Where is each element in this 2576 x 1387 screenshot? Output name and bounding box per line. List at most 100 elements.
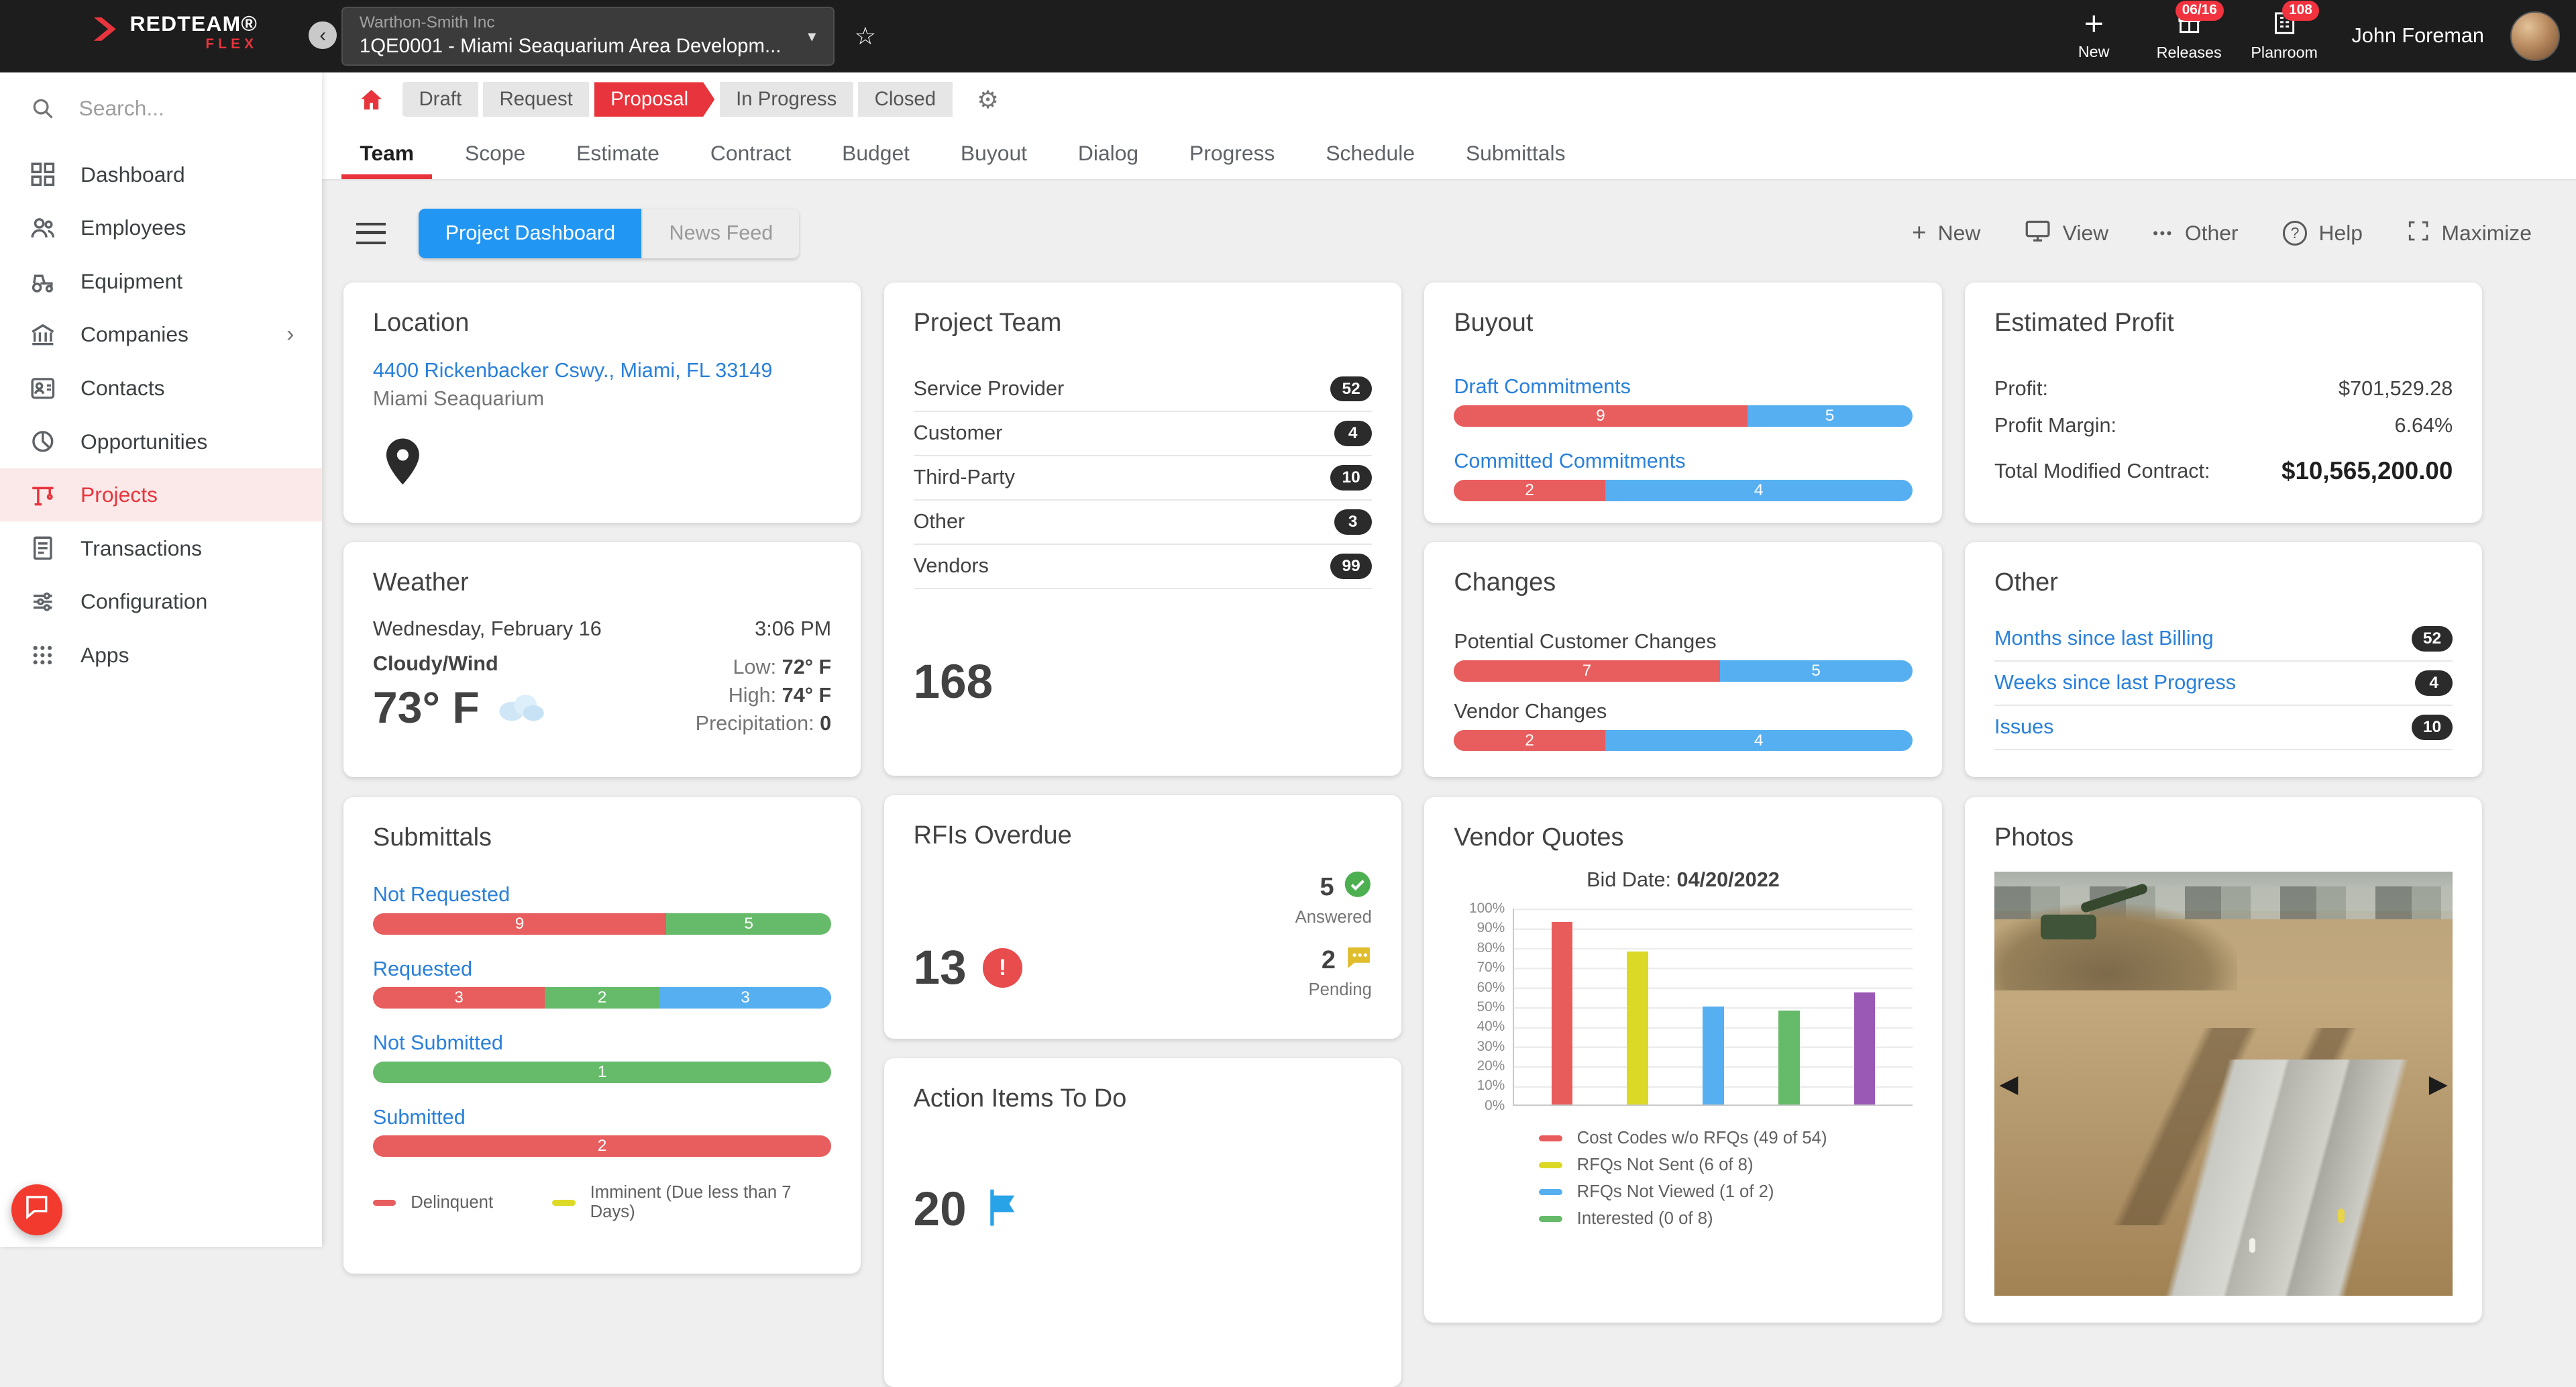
team-row-other[interactable]: Other 3 (914, 501, 1372, 545)
submittals-not-submitted-link[interactable]: Not Submitted (373, 1031, 503, 1055)
redteam-flex-logo[interactable]: REDTEAM® FLEX (89, 13, 258, 52)
bar-segment: 4 (1605, 480, 1913, 501)
weeks-since-progress-link[interactable]: Weeks since last Progress (1994, 671, 2236, 695)
photo-dirt-mound (1994, 905, 2237, 990)
not-requested-bar: 9 5 (373, 913, 831, 935)
sidebar-item-opportunities[interactable]: Opportunities (0, 415, 322, 468)
card-title: Vendor Quotes (1454, 823, 1912, 852)
user-avatar[interactable] (2510, 11, 2559, 60)
other-button[interactable]: ••• Other (2153, 221, 2238, 246)
profit-margin-value: 6.64% (2394, 414, 2453, 438)
total-modified-contract-row: Total Modified Contract: $10,565,200.00 (1994, 457, 2453, 485)
draft-commitments-bar: 9 5 (1454, 405, 1912, 427)
maximize-icon (2407, 219, 2430, 248)
submittals-requested-link[interactable]: Requested (373, 958, 472, 981)
planroom-button[interactable]: 108 Planroom (2250, 10, 2319, 62)
logo-mark-icon (89, 13, 120, 52)
count-badge: 52 (2412, 626, 2453, 652)
sidebar-item-equipment[interactable]: Equipment (0, 255, 322, 309)
tab-estimate[interactable]: Estimate (558, 127, 678, 180)
releases-badge: 06/16 (2176, 1, 2224, 21)
sliders-icon (28, 587, 58, 617)
monitor-icon (2025, 217, 2051, 249)
weather-card: Weather Wednesday, February 16 Cloudy/Wi… (343, 542, 861, 777)
sidebar-item-apps[interactable]: Apps (0, 629, 322, 682)
tab-schedule[interactable]: Schedule (1307, 127, 1433, 180)
project-dashboard-button[interactable]: Project Dashboard (419, 209, 641, 258)
dashboard-grid: Location 4400 Rickenbacker Cswy., Miami,… (343, 282, 2532, 1387)
favorite-star-icon[interactable]: ☆ (854, 21, 876, 50)
location-address-link[interactable]: 4400 Rickenbacker Cswy., Miami, FL 33149 (373, 359, 772, 382)
photo-next-button[interactable]: ▶ (2429, 1070, 2448, 1098)
status-tab-proposal[interactable]: Proposal (594, 82, 715, 116)
submittals-submitted-link[interactable]: Submitted (373, 1106, 466, 1129)
status-tab-in-progress[interactable]: In Progress (720, 82, 853, 116)
bar-segment: 3 (373, 987, 545, 1009)
submittals-legend: Delinquent Imminent (Due less than 7 Day… (373, 1183, 831, 1222)
bar-segment: 7 (1454, 660, 1719, 682)
sidebar-item-companies[interactable]: Companies › (0, 308, 322, 362)
bar-segment: 2 (373, 1135, 831, 1157)
project-selector[interactable]: Warthon-Smith Inc 1QE0001 - Miami Seaqua… (341, 7, 835, 66)
team-row-service-provider[interactable]: Service Provider 52 (914, 367, 1372, 411)
count-badge: 99 (1330, 554, 1372, 579)
sidebar-search (0, 81, 322, 136)
weeks-since-progress-row: Weeks since last Progress 4 (1994, 662, 2453, 706)
status-tab-request[interactable]: Request (483, 82, 589, 116)
rfis-answered-label: Answered (1295, 908, 1372, 927)
issues-link[interactable]: Issues (1994, 715, 2053, 739)
potential-customer-changes-label: Potential Customer Changes (1454, 630, 1912, 654)
tab-team[interactable]: Team (341, 127, 432, 180)
rfis-answered-count: 5 (1320, 873, 1334, 902)
months-since-billing-link[interactable]: Months since last Billing (1994, 627, 2214, 650)
photo-prev-button[interactable]: ◀ (1999, 1070, 2018, 1098)
help-button[interactable]: ? Help (2283, 221, 2363, 246)
tab-submittals[interactable]: Submittals (1448, 127, 1583, 180)
card-title: Estimated Profit (1994, 309, 2453, 338)
team-row-vendors[interactable]: Vendors 99 (914, 545, 1372, 589)
check-circle-icon (1344, 870, 1372, 905)
sidebar-item-dashboard[interactable]: Dashboard (0, 148, 322, 201)
gear-icon[interactable]: ⚙ (977, 85, 999, 114)
sidebar-item-projects[interactable]: Projects (0, 468, 322, 522)
photo-worker (2249, 1238, 2256, 1253)
brand-sub: FLEX (205, 38, 258, 52)
sidebar-item-configuration[interactable]: Configuration (0, 575, 322, 629)
location-place: Miami Seaquarium (373, 387, 831, 411)
weather-temp: 73° F (373, 682, 480, 733)
dashboard-toolbar: Project Dashboard News Feed + New View •… (356, 209, 2532, 258)
draft-commitments-link[interactable]: Draft Commitments (1454, 375, 1631, 399)
releases-button[interactable]: 06/16 Releases (2155, 10, 2224, 62)
tab-buyout[interactable]: Buyout (943, 127, 1045, 180)
chart-plot-area (1513, 909, 1912, 1106)
new-button[interactable]: New (2059, 11, 2129, 62)
back-button[interactable]: ‹ (309, 21, 337, 50)
tab-budget[interactable]: Budget (824, 127, 928, 180)
legend-swatch (1539, 1189, 1562, 1196)
maximize-button[interactable]: Maximize (2407, 219, 2532, 248)
sidebar-item-contacts[interactable]: Contacts (0, 362, 322, 415)
chart-bar (1778, 1011, 1800, 1105)
team-row-customer[interactable]: Customer 4 (914, 412, 1372, 456)
map-pin-icon[interactable] (383, 437, 423, 493)
menu-icon[interactable] (356, 223, 386, 244)
search-input[interactable] (79, 96, 276, 121)
tab-dialog[interactable]: Dialog (1060, 127, 1157, 180)
sidebar-item-employees[interactable]: Employees (0, 201, 322, 255)
news-feed-button[interactable]: News Feed (641, 209, 799, 258)
tab-contract[interactable]: Contract (692, 127, 809, 180)
legend-swatch (373, 1200, 396, 1206)
tab-scope[interactable]: Scope (447, 127, 543, 180)
tab-progress[interactable]: Progress (1171, 127, 1293, 180)
status-tab-closed[interactable]: Closed (858, 82, 952, 116)
home-icon[interactable] (358, 87, 384, 113)
sidebar-item-transactions[interactable]: Transactions (0, 521, 322, 575)
view-button[interactable]: View (2025, 217, 2108, 249)
contact-card-icon (28, 373, 58, 403)
committed-commitments-link[interactable]: Committed Commitments (1454, 450, 1685, 473)
new-card-button[interactable]: + New (1912, 221, 1980, 246)
team-row-third-party[interactable]: Third-Party 10 (914, 456, 1372, 501)
status-tab-draft[interactable]: Draft (402, 82, 478, 116)
chat-button[interactable] (11, 1184, 62, 1235)
submittals-not-requested-link[interactable]: Not Requested (373, 883, 510, 907)
